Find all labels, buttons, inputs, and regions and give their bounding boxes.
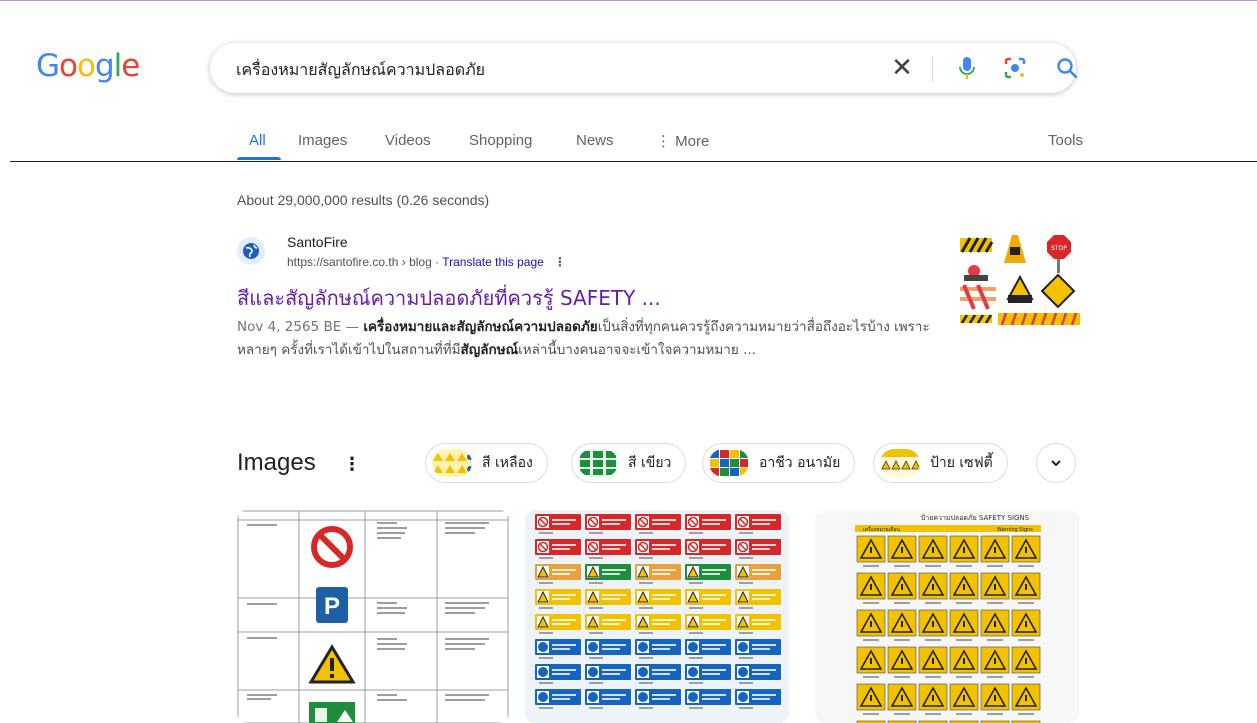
chip-thumbnail — [578, 449, 618, 477]
chip-yellow[interactable]: สี เหลือง — [425, 443, 548, 483]
google-logo[interactable]: Google — [36, 48, 140, 84]
image-result-card[interactable]: P — [237, 510, 509, 723]
site-favicon[interactable] — [237, 237, 265, 265]
result-thumbnail[interactable]: STOP — [958, 233, 1082, 335]
cite-separator: · — [431, 255, 443, 269]
logo-letter: o — [59, 48, 78, 84]
result-stats: About 29,000,000 results (0.26 seconds) — [237, 192, 490, 208]
chip-label: สี เหลือง — [482, 455, 533, 471]
close-icon[interactable]: ✕ — [890, 55, 914, 81]
snippet-highlight: สัญลักษณ์ — [460, 342, 519, 358]
image-result-card[interactable] — [525, 510, 789, 723]
translate-link[interactable]: Translate this page — [442, 255, 544, 269]
result-title-link[interactable]: สีและสัญลักษณ์ความปลอดภัยที่ควรรู้ SAFET… — [237, 282, 661, 314]
active-tab-indicator — [237, 157, 281, 160]
lens-icon[interactable] — [1003, 56, 1027, 80]
tab-all[interactable]: All — [249, 132, 266, 149]
result-cite: https://santofire.co.th › blog · Transla… — [287, 255, 566, 269]
result-breadcrumb: › blog — [398, 255, 432, 269]
tab-videos[interactable]: Videos — [385, 132, 431, 149]
snippet-text: เหล่านี้บางคนอาจจะเข้าใจความหมาย ... — [518, 342, 756, 358]
globe-icon — [243, 243, 259, 259]
result-menu-icon[interactable]: ⋮ — [554, 255, 566, 269]
search-icon[interactable] — [1055, 56, 1079, 80]
result-snippet: Nov 4, 2565 BE — เครื่องหมายและสัญลักษณ์… — [237, 316, 937, 362]
svg-text:P: P — [324, 593, 340, 620]
tab-shopping[interactable]: Shopping — [469, 132, 532, 149]
logo-letter: o — [77, 48, 96, 84]
result-url[interactable]: https://santofire.co.th — [287, 255, 398, 269]
chip-occupational-health[interactable]: อาชีว อนามัย — [702, 443, 856, 483]
logo-letter: G — [36, 48, 60, 84]
result-site-name[interactable]: SantoFire — [287, 234, 348, 250]
chip-label: อาชีว อนามัย — [759, 455, 841, 471]
chip-thumbnail — [432, 449, 472, 477]
chip-label: สี เขียว — [628, 455, 672, 471]
images-heading: Images — [237, 449, 316, 476]
search-divider — [932, 56, 933, 82]
card3-title: ป้ายความปลอดภัย SAFETY SIGNS — [921, 514, 1030, 522]
result-date: Nov 4, 2565 BE — — [237, 319, 364, 335]
card3-header-left: เครื่องหมายเตือน — [863, 526, 900, 533]
tab-images[interactable]: Images — [298, 132, 347, 149]
snippet-highlight: เครื่องหมายและสัญลักษณ์ความปลอดภัย — [363, 319, 598, 335]
logo-letter: e — [121, 48, 140, 84]
tabs-divider — [10, 161, 1257, 162]
image-result-card[interactable]: ป้ายความปลอดภัย SAFETY SIGNS เครื่องหมาย… — [815, 510, 1079, 723]
card3-header-right: Warning Signs — [997, 527, 1033, 533]
svg-text:STOP: STOP — [1051, 245, 1067, 252]
tab-more[interactable]: ⋮ More — [656, 132, 709, 150]
chip-thumbnail — [880, 449, 920, 477]
logo-letter: g — [94, 48, 115, 84]
chevron-down-icon[interactable] — [1036, 443, 1076, 483]
logo-letter: l — [113, 48, 123, 84]
chip-green[interactable]: สี เขียว — [571, 443, 687, 483]
mic-icon[interactable] — [955, 56, 979, 80]
tools-button[interactable]: Tools — [1048, 132, 1083, 149]
images-menu-icon[interactable]: ⋮ — [343, 454, 361, 475]
chip-thumbnail — [709, 449, 749, 477]
top-border — [0, 0, 1257, 1]
chip-label: ป้าย เซฟตี้ — [930, 455, 993, 471]
chip-safety-sign[interactable]: ป้าย เซฟตี้ — [873, 443, 1008, 483]
search-input[interactable]: เครื่องหมายสัญลักษณ์ความปลอดภัย — [236, 58, 485, 83]
tab-news[interactable]: News — [576, 132, 614, 149]
search-tabs: All Images Videos Shopping News ⋮ More T… — [0, 128, 1257, 162]
search-box[interactable]: เครื่องหมายสัญลักษณ์ความปลอดภัย ✕ — [210, 43, 1079, 93]
